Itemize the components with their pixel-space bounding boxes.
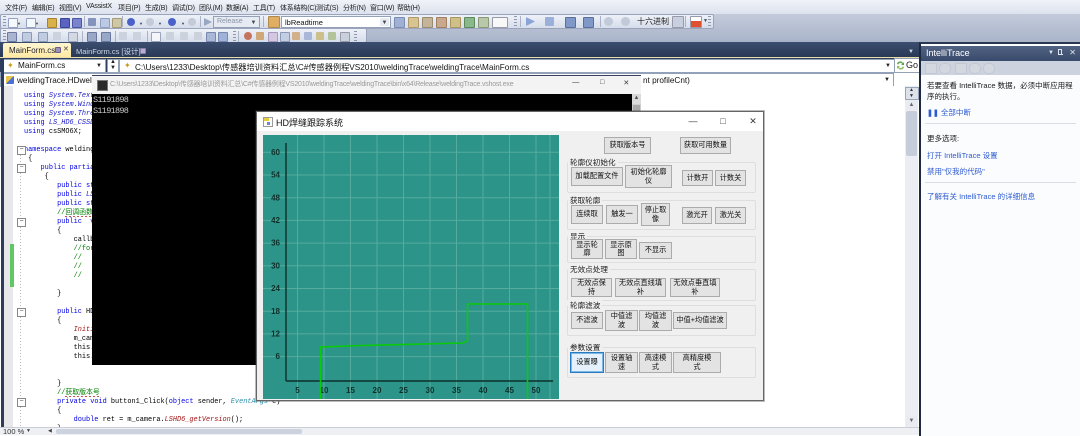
svg-text:50: 50 [532, 386, 541, 395]
svg-text:42: 42 [271, 216, 280, 225]
svg-text:6: 6 [276, 352, 281, 361]
svg-text:5: 5 [295, 386, 300, 395]
svg-text:30: 30 [271, 261, 280, 270]
svg-text:15: 15 [346, 386, 355, 395]
svg-text:24: 24 [271, 284, 280, 293]
svg-text:48: 48 [271, 193, 280, 202]
svg-text:45: 45 [505, 386, 514, 395]
svg-text:18: 18 [271, 307, 280, 316]
svg-text:35: 35 [452, 386, 461, 395]
svg-text:12: 12 [271, 330, 280, 339]
svg-text:60: 60 [271, 148, 280, 157]
svg-text:30: 30 [426, 386, 435, 395]
svg-text:36: 36 [271, 239, 280, 248]
svg-text:20: 20 [373, 386, 382, 395]
svg-text:25: 25 [399, 386, 408, 395]
svg-text:40: 40 [479, 386, 488, 395]
svg-text:54: 54 [271, 171, 280, 180]
